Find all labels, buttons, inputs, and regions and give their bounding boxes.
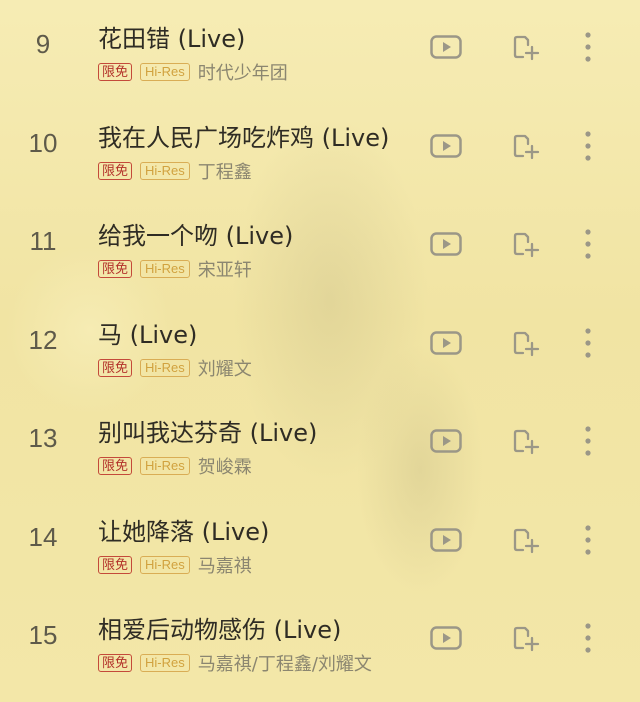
hires-badge: Hi-Res [140,161,190,180]
track-number: 13 [28,423,58,453]
artist-name[interactable]: 马嘉祺/丁程鑫/刘耀文 [198,650,372,676]
artist-name[interactable]: 丁程鑫 [198,158,252,184]
video-play-icon[interactable] [430,232,462,256]
song-row[interactable]: 11 给我一个吻 (Live) 限免 Hi-Res 宋亚轩 [0,192,640,291]
more-options-icon[interactable] [578,620,598,656]
song-title[interactable]: 马 (Live) [98,315,197,350]
video-play-icon[interactable] [430,35,462,59]
song-title[interactable]: 给我一个吻 (Live) [98,216,293,251]
free-badge: 限免 [98,260,133,278]
more-options-icon[interactable] [578,128,598,164]
song-row[interactable]: 13 别叫我达芬奇 (Live) 限免 Hi-Res 贺峻霖 [0,389,640,488]
song-meta: 限免 Hi-Res 宋亚轩 [98,256,252,282]
more-options-icon[interactable] [578,226,598,262]
song-meta: 限免 Hi-Res 马嘉祺 [98,552,252,578]
more-options-icon[interactable] [578,423,598,459]
add-to-playlist-icon[interactable] [511,329,541,359]
hires-badge: Hi-Res [140,260,190,278]
free-badge: 限免 [98,63,133,81]
hires-badge: Hi-Res [140,457,190,475]
track-number: 9 [35,29,51,59]
free-badge: 限免 [98,457,133,475]
video-play-icon[interactable] [430,527,462,552]
add-to-playlist-icon[interactable] [511,33,541,63]
free-badge: 限免 [98,161,133,180]
song-row[interactable]: 10 我在人民广场吃炸鸡 (Live) 限免 Hi-Res 丁程鑫 [0,94,640,193]
hires-badge: Hi-Res [140,555,190,574]
artist-name[interactable]: 宋亚轩 [198,256,252,282]
song-meta: 限免 Hi-Res 刘耀文 [98,355,252,381]
artist-name[interactable]: 马嘉祺 [198,552,252,578]
track-number: 14 [28,521,58,552]
song-meta: 限免 Hi-Res 丁程鑫 [98,158,252,184]
artist-name[interactable]: 刘耀文 [198,355,252,381]
add-to-playlist-icon[interactable] [511,427,541,457]
add-to-playlist-icon[interactable] [511,526,541,556]
song-meta: 限免 Hi-Res 贺峻霖 [98,453,252,479]
track-number: 15 [28,620,58,650]
song-title[interactable]: 别叫我达芬奇 (Live) [98,413,317,448]
track-number: 12 [28,324,58,355]
more-options-icon[interactable] [578,522,598,558]
song-list: 9 花田错 (Live) 限免 Hi-Res 时代少年团 10 我在人民广场吃炸… [0,0,640,685]
track-number: 11 [29,226,57,256]
song-row[interactable]: 15 相爱后动物感伤 (Live) 限免 Hi-Res 马嘉祺/丁程鑫/刘耀文 [0,586,640,685]
song-row[interactable]: 14 让她降落 (Live) 限免 Hi-Res 马嘉祺 [0,488,640,587]
artist-name[interactable]: 时代少年团 [198,59,288,85]
track-number: 10 [28,127,58,158]
video-play-icon[interactable] [430,330,462,355]
video-play-icon[interactable] [430,133,462,158]
artist-name[interactable]: 贺峻霖 [198,453,252,479]
video-play-icon[interactable] [430,429,462,453]
free-badge: 限免 [98,358,133,377]
add-to-playlist-icon[interactable] [511,230,541,260]
hires-badge: Hi-Res [140,654,190,672]
free-badge: 限免 [98,555,133,574]
song-row[interactable]: 12 马 (Live) 限免 Hi-Res 刘耀文 [0,291,640,390]
song-row[interactable]: 9 花田错 (Live) 限免 Hi-Res 时代少年团 [0,0,640,94]
hires-badge: Hi-Res [140,63,190,81]
song-title[interactable]: 我在人民广场吃炸鸡 (Live) [98,118,389,153]
add-to-playlist-icon[interactable] [511,624,541,654]
video-play-icon[interactable] [430,626,462,650]
more-options-icon[interactable] [578,29,598,65]
song-meta: 限免 Hi-Res 时代少年团 [98,59,288,85]
free-badge: 限免 [98,654,133,672]
song-meta: 限免 Hi-Res 马嘉祺/丁程鑫/刘耀文 [98,650,372,676]
hires-badge: Hi-Res [140,358,190,377]
song-title[interactable]: 相爱后动物感伤 (Live) [98,610,341,645]
more-options-icon[interactable] [578,325,598,361]
song-title[interactable]: 让她降落 (Live) [98,512,269,547]
song-title[interactable]: 花田错 (Live) [98,19,245,54]
add-to-playlist-icon[interactable] [511,132,541,162]
